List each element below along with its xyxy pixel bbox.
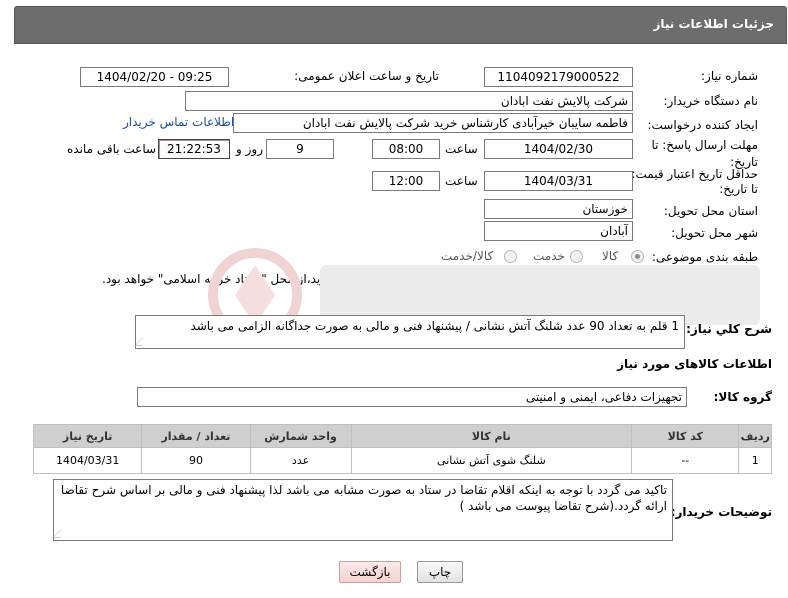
need-number-label: شماره نیاز: bbox=[701, 69, 758, 83]
city-label: شهر محل تحویل: bbox=[671, 226, 758, 240]
creator-label: ایجاد کننده درخواست: bbox=[647, 118, 758, 132]
category-option-goods-service: کالا/خدمت bbox=[441, 249, 494, 263]
buyer-org-label: نام دستگاه خریدار: bbox=[663, 94, 759, 108]
cell-row: 1 bbox=[738, 447, 772, 474]
cell-name: شلنگ شوی آتش نشانی bbox=[350, 447, 633, 474]
days-label: روز و bbox=[236, 142, 263, 156]
process-option-medium: متوسط bbox=[544, 272, 582, 286]
panel-header: جزئیات اطلاعات نیاز bbox=[14, 6, 787, 44]
announce-label: تاریخ و ساعت اعلان عمومی: bbox=[294, 69, 439, 83]
province-label: استان محل تحویل: bbox=[663, 204, 758, 218]
process-radio-medium[interactable] bbox=[588, 273, 601, 286]
cell-code: -- bbox=[631, 447, 740, 474]
page-title: جزئیات اطلاعات نیاز bbox=[653, 17, 774, 31]
back-button[interactable]: بازگشت bbox=[339, 561, 401, 583]
goods-group-field[interactable]: تجهیزات دفاعی، ایمنی و امنیتی bbox=[137, 387, 687, 407]
need-number-field[interactable]: 1104092179000522 bbox=[484, 67, 633, 87]
category-radio-goods[interactable] bbox=[631, 250, 644, 263]
cell-unit: عدد bbox=[249, 447, 352, 474]
remaining-time-label: ساعت باقی مانده bbox=[67, 142, 157, 156]
validity-time-field[interactable]: 12:00 bbox=[372, 171, 440, 191]
treasury-payment-checkbox[interactable] bbox=[496, 272, 508, 284]
deadline-time-field[interactable]: 08:00 bbox=[372, 139, 440, 159]
col-row: ردیف bbox=[738, 424, 772, 448]
description-text: 1 قلم به تعداد 90 عدد شلنگ آتش نشانی / پ… bbox=[190, 319, 679, 333]
category-option-goods: کالا bbox=[602, 249, 619, 263]
print-button[interactable]: چاپ bbox=[417, 561, 463, 583]
deadline-label: مهلت ارسال پاسخ: تا تاریخ: bbox=[651, 138, 758, 169]
goods-table-header: ردیف کد کالا نام کالا واحد شمارش تعداد /… bbox=[32, 424, 772, 448]
goods-table: ردیف کد کالا نام کالا واحد شمارش تعداد /… bbox=[32, 424, 772, 474]
col-qty: تعداد / مقدار bbox=[141, 424, 251, 448]
province-field[interactable]: خوزستان bbox=[484, 199, 633, 219]
deadline-date-field[interactable]: 1404/02/30 bbox=[484, 139, 633, 159]
buyer-notes-text: تاکید می گردد با توجه به اینکه اقلام تقا… bbox=[60, 483, 667, 513]
goods-section-title: اطلاعات کالاهای مورد نیاز bbox=[617, 357, 772, 371]
deadline-time-label: ساعت bbox=[445, 142, 478, 156]
col-name: نام کالا bbox=[350, 424, 633, 448]
process-option-minor: جزیی bbox=[624, 272, 652, 286]
resize-grip-icon[interactable] bbox=[134, 338, 150, 346]
description-label: شرح کلي نياز: bbox=[686, 322, 772, 336]
description-textarea[interactable]: 1 قلم به تعداد 90 عدد شلنگ آتش نشانی / پ… bbox=[134, 315, 685, 349]
goods-group-label: گروه کالا: bbox=[713, 390, 772, 404]
cell-qty: 90 bbox=[141, 447, 251, 474]
treasury-payment-note: پرداخت تمام یا بخشی از مبلغ خرید،از محل … bbox=[102, 272, 485, 286]
col-code: کد کالا bbox=[631, 424, 740, 448]
col-unit: واحد شمارش bbox=[249, 424, 352, 448]
city-field[interactable]: آبادان bbox=[484, 221, 633, 241]
validity-label: حداقل تاریخ اعتبار قیمت: تا تاریخ: bbox=[631, 167, 758, 196]
validity-date-field[interactable]: 1404/03/31 bbox=[484, 171, 633, 191]
buyer-notes-textarea[interactable]: تاکید می گردد با توجه به اینکه اقلام تقا… bbox=[52, 479, 673, 541]
buyer-org-field[interactable]: شرکت پالایش نفت ابادان bbox=[185, 91, 633, 111]
category-option-service: خدمت bbox=[533, 249, 565, 263]
validity-time-label: ساعت bbox=[445, 174, 478, 188]
remaining-time-field: 21:22:53 bbox=[158, 139, 230, 159]
cell-date: 1404/03/31 bbox=[32, 447, 143, 474]
category-label: طبقه بندی موضوعی: bbox=[651, 250, 758, 264]
category-radio-service[interactable] bbox=[570, 250, 583, 263]
buyer-contact-link[interactable]: اطلاعات تماس خریدار bbox=[123, 115, 234, 129]
creator-field[interactable]: فاطمه سایبان خیرآبادی کارشناس خرید شرکت … bbox=[233, 113, 633, 133]
announce-field[interactable]: 1404/02/20 - 09:25 bbox=[80, 67, 229, 87]
days-remaining-field[interactable]: 9 bbox=[266, 139, 334, 159]
resize-grip-icon[interactable] bbox=[52, 530, 68, 538]
col-date: تاریخ نیاز bbox=[32, 424, 143, 448]
process-radio-minor[interactable] bbox=[662, 273, 675, 286]
category-radio-goods-service[interactable] bbox=[504, 250, 517, 263]
table-row[interactable]: 1 -- شلنگ شوی آتش نشانی عدد 90 1404/03/3… bbox=[32, 447, 772, 474]
process-label: نوع فرآیند خرید : bbox=[673, 272, 758, 286]
buyer-notes-label: توضیحات خریدار: bbox=[670, 505, 772, 519]
